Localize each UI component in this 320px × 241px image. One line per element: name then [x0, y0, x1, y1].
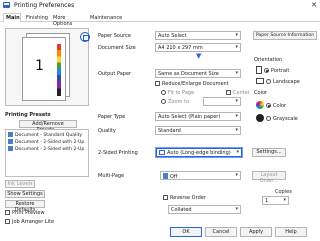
- grayscale-icon: [256, 114, 264, 122]
- color-label: Color: [254, 90, 268, 96]
- paper-source-info-button[interactable]: Paper Source Information: [253, 31, 317, 40]
- document-icon: [8, 132, 13, 137]
- presets-title: Printing Presets: [5, 112, 51, 118]
- tab-finishing[interactable]: Finishing: [24, 14, 49, 22]
- landscape-radio[interactable]: Landscape: [256, 78, 300, 85]
- reverse-order-checkbox[interactable]: Reverse Order: [163, 195, 206, 201]
- job-arranger-checkbox[interactable]: Job Arranger Lite: [5, 219, 54, 225]
- fit-to-page-radio[interactable]: Fit to Page: [161, 90, 194, 96]
- radio[interactable]: [266, 103, 271, 108]
- list-item[interactable]: Document - 2-Sided with 2-Up: [8, 146, 84, 153]
- close-icon[interactable]: ✕: [311, 1, 317, 9]
- checkbox[interactable]: [155, 81, 160, 86]
- layout-order-button[interactable]: Layout Order...: [252, 171, 286, 184]
- copies-input[interactable]: 1: [262, 196, 289, 205]
- checkbox[interactable]: [5, 219, 10, 224]
- two-sided-label: 2-Sided Printing: [98, 150, 138, 156]
- paper-source-select[interactable]: Auto Select: [155, 31, 241, 40]
- duplex-small-icon: [159, 150, 165, 155]
- list-item[interactable]: Document - Standard Quality: [8, 132, 82, 139]
- arrow-down-icon: ▼: [196, 52, 202, 60]
- cancel-button[interactable]: Cancel: [205, 227, 237, 237]
- ink-levels-button[interactable]: Ink Levels: [5, 180, 35, 188]
- color-radio[interactable]: Color: [256, 101, 286, 109]
- output-paper-select[interactable]: Same as Document Size: [155, 69, 241, 78]
- collated-select[interactable]: Collated: [168, 205, 241, 214]
- checkbox[interactable]: [226, 90, 231, 95]
- left-panel: 2 1 Printing Presets Add/Remove Presets.…: [1, 23, 90, 225]
- radio[interactable]: [161, 90, 166, 95]
- tab-main[interactable]: Main: [3, 13, 21, 23]
- quality-label: Quality: [98, 128, 116, 134]
- preset-list[interactable]: Document - Standard Quality Document - 2…: [5, 129, 89, 177]
- color-wheel-icon: [256, 101, 264, 109]
- help-button[interactable]: Help: [275, 227, 307, 237]
- radio[interactable]: [266, 116, 271, 121]
- checkbox[interactable]: [163, 195, 168, 200]
- radio[interactable]: [264, 68, 269, 73]
- settings-button[interactable]: Settings...: [252, 148, 286, 157]
- document-size-select[interactable]: A4 210 x 297 mm: [155, 43, 241, 52]
- zoom-select[interactable]: [203, 97, 241, 106]
- multi-page-label: Multi-Page: [98, 173, 125, 179]
- portrait-icon: [256, 66, 262, 74]
- output-paper-label: Output Paper: [98, 71, 132, 77]
- checkbox[interactable]: [5, 210, 10, 215]
- grayscale-radio[interactable]: Grayscale: [256, 114, 298, 122]
- portrait-radio[interactable]: Portrait: [256, 66, 289, 74]
- paper-source-label: Paper Source: [98, 33, 131, 39]
- multi-page-select[interactable]: Off: [160, 171, 241, 180]
- orientation-label: Orientation: [254, 57, 283, 63]
- show-settings-button[interactable]: Show Settings: [5, 190, 45, 198]
- ok-button[interactable]: OK: [170, 227, 202, 237]
- duplex-icon: [80, 32, 90, 42]
- document-icon: [8, 146, 13, 151]
- color-stripes: [57, 44, 61, 96]
- preview-page-1: 1: [35, 58, 44, 74]
- radio[interactable]: [161, 99, 166, 104]
- two-sided-select[interactable]: Auto (Long-edge binding): [156, 148, 242, 157]
- print-preview-checkbox[interactable]: Print Preview: [5, 210, 45, 216]
- apply-button[interactable]: Apply: [240, 227, 272, 237]
- paper-type-label: Paper Type: [98, 114, 126, 120]
- tab-maintenance[interactable]: Maintenance: [88, 14, 122, 22]
- restore-defaults-button[interactable]: Restore Defaults: [5, 200, 45, 213]
- document-icon: [8, 139, 13, 144]
- landscape-icon: [256, 78, 264, 84]
- list-item[interactable]: Document - 2-Sided with 2-Up: [8, 139, 84, 146]
- tab-more-options[interactable]: More Options: [51, 14, 87, 27]
- center-checkbox[interactable]: Center: [226, 90, 250, 96]
- copies-label: Copies: [275, 189, 292, 195]
- document-size-label: Document Size: [98, 45, 136, 51]
- tab-bar: Main Finishing More Options Maintenance: [0, 12, 320, 27]
- preview-front-page: 1: [22, 37, 66, 101]
- radio[interactable]: [266, 79, 271, 84]
- page-icon: [163, 173, 168, 179]
- paper-type-select[interactable]: Auto Select (Plain paper): [155, 112, 241, 121]
- title-bar: Printing Preferences ✕: [0, 0, 320, 11]
- reduce-enlarge-checkbox[interactable]: Reduce/Enlarge Document: [155, 81, 229, 87]
- page-preview: 2 1: [5, 28, 90, 106]
- add-remove-presets-button[interactable]: Add/Remove Presets...: [19, 120, 77, 133]
- window-title: Printing Preferences: [14, 2, 75, 9]
- quality-select[interactable]: Standard: [155, 126, 241, 135]
- printer-app-icon: [3, 2, 10, 8]
- zoom-to-radio[interactable]: Zoom to: [161, 99, 189, 105]
